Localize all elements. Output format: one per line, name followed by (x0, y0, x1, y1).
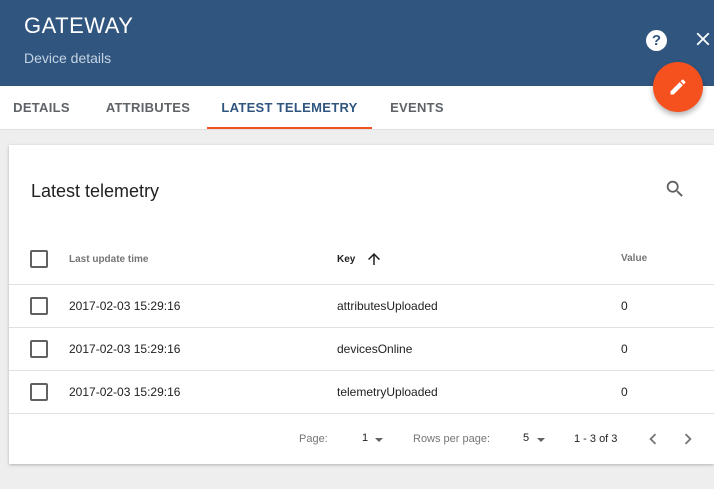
previous-page-button[interactable] (642, 428, 664, 450)
cell-value: 0 (621, 342, 628, 356)
active-tab-indicator (207, 127, 372, 129)
telemetry-card: Latest telemetry Last update time Key Va… (9, 145, 714, 464)
table-row[interactable]: 2017-02-03 15:29:16 attributesUploaded 0 (9, 284, 714, 327)
table-row[interactable]: 2017-02-03 15:29:16 devicesOnline 0 (9, 327, 714, 370)
page-select[interactable]: 1 (357, 426, 387, 452)
close-button[interactable] (692, 28, 714, 50)
cell-value: 0 (621, 385, 628, 399)
tab-bar: DETAILS ATTRIBUTES LATEST TELEMETRY EVEN… (0, 86, 714, 130)
chevron-down-icon (375, 438, 383, 442)
help-icon: ? (651, 32, 662, 49)
chevron-right-icon (684, 433, 692, 445)
sort-ascending-button[interactable] (365, 250, 383, 268)
rows-per-page-select[interactable]: 5 (518, 426, 548, 452)
chevron-left-icon (649, 433, 657, 445)
dialog-header: GATEWAY Device details ? (0, 0, 714, 86)
search-icon (666, 180, 683, 197)
table-row[interactable]: 2017-02-03 15:29:16 telemetryUploaded 0 (9, 370, 714, 413)
card-title: Latest telemetry (31, 181, 160, 201)
column-header-value[interactable]: Value (621, 253, 647, 264)
cell-last-update-time: 2017-02-03 15:29:16 (69, 342, 181, 356)
cell-key: devicesOnline (337, 342, 413, 356)
row-checkbox[interactable] (30, 340, 48, 358)
cell-key: telemetryUploaded (337, 385, 438, 399)
page-label: Page: (299, 433, 328, 445)
cell-last-update-time: 2017-02-03 15:29:16 (69, 299, 181, 313)
next-page-button[interactable] (677, 428, 699, 450)
close-icon (696, 32, 710, 46)
row-checkbox[interactable] (30, 297, 48, 315)
device-name: GATEWAY (24, 13, 134, 38)
cell-key: attributesUploaded (337, 299, 438, 313)
chevron-down-icon (537, 438, 545, 442)
tab-details[interactable]: DETAILS (0, 86, 83, 130)
page-select-value: 1 (362, 432, 369, 444)
device-subtitle: Device details (24, 50, 112, 66)
column-header-key[interactable]: Key (337, 254, 355, 265)
page-range: 1 - 3 of 3 (574, 433, 618, 445)
edit-button[interactable] (653, 62, 703, 112)
cell-value: 0 (621, 299, 628, 313)
select-all-checkbox[interactable] (30, 250, 48, 268)
search-button[interactable] (664, 178, 686, 200)
arrow-up-icon (368, 253, 380, 265)
tab-latest-telemetry[interactable]: LATEST TELEMETRY (207, 86, 372, 130)
edit-icon (670, 79, 686, 95)
tab-events[interactable]: EVENTS (380, 86, 454, 130)
tab-attributes[interactable]: ATTRIBUTES (98, 86, 198, 130)
row-checkbox[interactable] (30, 383, 48, 401)
help-button[interactable]: ? (646, 30, 667, 51)
rows-per-page-label: Rows per page: (413, 433, 491, 445)
rows-per-page-value: 5 (523, 432, 530, 444)
column-header-last-update-time[interactable]: Last update time (69, 254, 148, 265)
pagination-bar: Page: 1 Rows per page: 5 1 - 3 of 3 (9, 413, 714, 464)
cell-last-update-time: 2017-02-03 15:29:16 (69, 385, 181, 399)
